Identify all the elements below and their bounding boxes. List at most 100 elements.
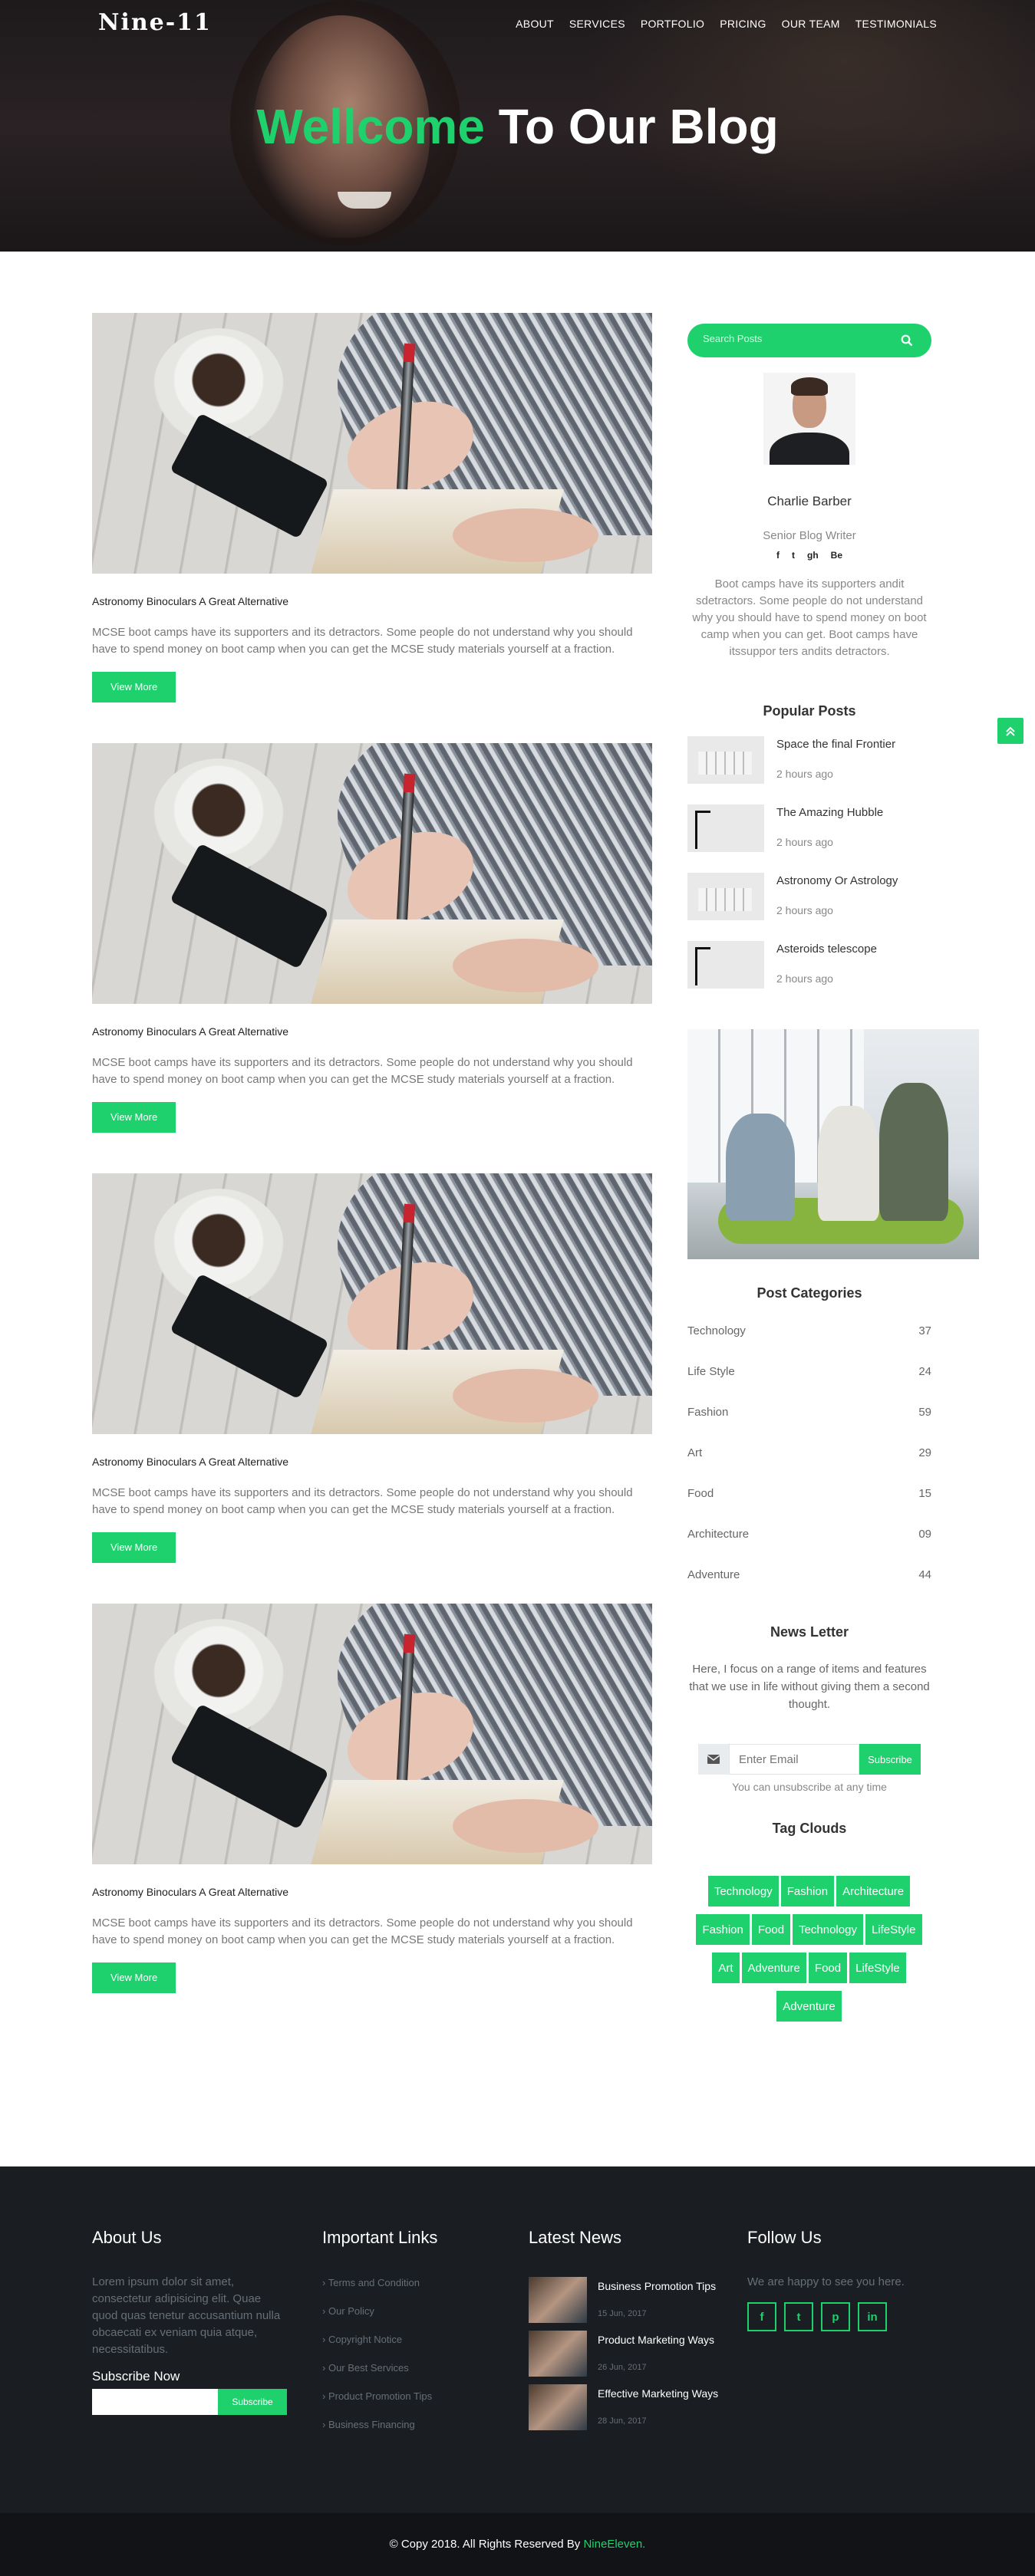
post-category[interactable]: Astronomy Binoculars A Great Alternative bbox=[92, 1456, 652, 1468]
tag[interactable]: Fashion bbox=[695, 1913, 750, 1946]
news-item[interactable]: Product Marketing Ways 26 Jun, 2017 bbox=[529, 2331, 718, 2384]
category-name[interactable]: Technology bbox=[687, 1324, 746, 1365]
footer-link[interactable]: › Our Best Services bbox=[322, 2362, 437, 2390]
author-bio: Boot camps have its supporters andit sde… bbox=[692, 577, 927, 658]
category-item[interactable]: Adventure 44 bbox=[687, 1568, 931, 1609]
tag[interactable]: LifeStyle bbox=[849, 1952, 907, 1984]
sidebar-banner-image[interactable] bbox=[687, 1029, 979, 1259]
avatar bbox=[763, 373, 855, 465]
copyright-brand-link[interactable]: NineEleven. bbox=[583, 2538, 645, 2551]
nav-services[interactable]: SERVICES bbox=[569, 18, 625, 30]
footer-links: Important Links › Terms and Condition › … bbox=[322, 2228, 437, 2447]
post-image[interactable] bbox=[92, 1604, 652, 1864]
nav-our-team[interactable]: OUR TEAM bbox=[782, 18, 840, 30]
tag-clouds-title: Tag Clouds bbox=[772, 1821, 847, 1836]
category-name[interactable]: Adventure bbox=[687, 1568, 740, 1609]
site-logo[interactable]: Nine-11 bbox=[98, 9, 212, 36]
view-more-button[interactable]: View More bbox=[92, 1532, 176, 1563]
behance-icon[interactable]: Be bbox=[831, 550, 842, 561]
post-list: Astronomy Binoculars A Great Alternative… bbox=[92, 313, 652, 2034]
category-item[interactable]: Art 29 bbox=[687, 1446, 931, 1487]
site-footer: About Us Lorem ipsum dolor sit amet, con… bbox=[0, 2166, 1035, 2513]
tag[interactable]: Food bbox=[750, 1913, 792, 1946]
news-item[interactable]: Business Promotion Tips 15 Jun, 2017 bbox=[529, 2277, 718, 2331]
post-excerpt: MCSE boot camps have its supporters and … bbox=[92, 1486, 633, 1516]
twitter-icon[interactable]: t bbox=[784, 2302, 813, 2331]
footer-email-input[interactable] bbox=[92, 2389, 218, 2415]
post-category[interactable]: Astronomy Binoculars A Great Alternative bbox=[92, 1025, 652, 1038]
newsletter-email-input[interactable] bbox=[729, 1744, 859, 1775]
footer-link[interactable]: › Copyright Notice bbox=[322, 2334, 437, 2362]
nav-pricing[interactable]: PRICING bbox=[720, 18, 766, 30]
tag[interactable]: Adventure bbox=[776, 1990, 842, 2022]
double-chevron-up-icon bbox=[1006, 726, 1015, 736]
linkedin-icon[interactable]: in bbox=[858, 2302, 887, 2331]
pinterest-icon[interactable]: p bbox=[821, 2302, 850, 2331]
category-name[interactable]: Architecture bbox=[687, 1528, 749, 1568]
footer-link[interactable]: › Product Promotion Tips bbox=[322, 2390, 437, 2419]
tag[interactable]: Technology bbox=[792, 1913, 864, 1946]
category-name[interactable]: Food bbox=[687, 1487, 714, 1528]
popular-post[interactable]: The Amazing Hubble 2 hours ago bbox=[687, 804, 931, 873]
nav-about[interactable]: ABOUT bbox=[516, 18, 554, 30]
popular-post[interactable]: Asteroids telescope 2 hours ago bbox=[687, 941, 931, 1009]
facebook-icon[interactable]: f bbox=[747, 2302, 776, 2331]
facebook-icon[interactable]: f bbox=[776, 550, 780, 561]
twitter-icon[interactable]: t bbox=[792, 550, 795, 561]
tag[interactable]: Fashion bbox=[780, 1875, 836, 1907]
nav-testimonials[interactable]: TESTIMONIALS bbox=[855, 18, 937, 30]
news-title[interactable]: Effective Marketing Ways bbox=[598, 2387, 718, 2400]
footer-link[interactable]: › Our Policy bbox=[322, 2305, 437, 2334]
post-image[interactable] bbox=[92, 313, 652, 574]
category-item[interactable]: Food 15 bbox=[687, 1487, 931, 1528]
news-thumb bbox=[529, 2384, 587, 2430]
view-more-button[interactable]: View More bbox=[92, 672, 176, 702]
search-input[interactable] bbox=[703, 333, 895, 344]
footer-follow-title: Follow Us bbox=[747, 2228, 822, 2247]
popular-post-title[interactable]: The Amazing Hubble bbox=[776, 806, 883, 819]
tag[interactable]: Adventure bbox=[740, 1952, 807, 1984]
news-item[interactable]: Effective Marketing Ways 28 Jun, 2017 bbox=[529, 2384, 718, 2438]
news-thumb bbox=[529, 2277, 587, 2323]
popular-post-title[interactable]: Space the final Frontier bbox=[776, 738, 895, 751]
category-count: 44 bbox=[918, 1568, 931, 1581]
tag[interactable]: Architecture bbox=[836, 1875, 911, 1907]
footer-links-title: Important Links bbox=[322, 2228, 438, 2247]
tag[interactable]: Technology bbox=[707, 1875, 780, 1907]
post-category[interactable]: Astronomy Binoculars A Great Alternative bbox=[92, 595, 652, 607]
footer-link[interactable]: › Business Financing bbox=[322, 2419, 437, 2447]
tag[interactable]: Food bbox=[807, 1952, 849, 1984]
post-image[interactable] bbox=[92, 743, 652, 1004]
category-count: 29 bbox=[918, 1446, 931, 1459]
category-count: 24 bbox=[918, 1365, 931, 1378]
popular-post[interactable]: Astronomy Or Astrology 2 hours ago bbox=[687, 873, 931, 941]
category-name[interactable]: Life Style bbox=[687, 1365, 735, 1406]
newsletter-subscribe-button[interactable]: Subscribe bbox=[859, 1744, 921, 1775]
category-item[interactable]: Fashion 59 bbox=[687, 1406, 931, 1446]
news-title[interactable]: Product Marketing Ways bbox=[598, 2334, 714, 2346]
popular-post-title[interactable]: Asteroids telescope bbox=[776, 943, 877, 956]
popular-post[interactable]: Space the final Frontier 2 hours ago bbox=[687, 736, 931, 804]
footer-link[interactable]: › Terms and Condition bbox=[322, 2277, 437, 2305]
footer-subscribe-button[interactable]: Subscribe bbox=[218, 2389, 287, 2415]
tag[interactable]: LifeStyle bbox=[864, 1913, 923, 1946]
search-icon[interactable] bbox=[901, 334, 913, 347]
post-category[interactable]: Astronomy Binoculars A Great Alternative bbox=[92, 1886, 652, 1898]
popular-post-thumb bbox=[687, 873, 764, 920]
category-item[interactable]: Architecture 09 bbox=[687, 1528, 931, 1568]
category-item[interactable]: Life Style 24 bbox=[687, 1365, 931, 1406]
category-name[interactable]: Art bbox=[687, 1446, 702, 1487]
nav-portfolio[interactable]: PORTFOLIO bbox=[641, 18, 704, 30]
post-image[interactable] bbox=[92, 1173, 652, 1434]
category-name[interactable]: Fashion bbox=[687, 1406, 728, 1446]
view-more-button[interactable]: View More bbox=[92, 1102, 176, 1133]
copyright-bar: © Copy 2018. All Rights Reserved By Nine… bbox=[0, 2513, 1035, 2576]
news-title[interactable]: Business Promotion Tips bbox=[598, 2280, 716, 2292]
back-to-top-button[interactable] bbox=[997, 718, 1023, 744]
popular-post-title[interactable]: Astronomy Or Astrology bbox=[776, 874, 898, 887]
category-count: 59 bbox=[918, 1406, 931, 1419]
tag[interactable]: Art bbox=[711, 1952, 740, 1984]
github-icon[interactable]: gh bbox=[807, 550, 819, 561]
view-more-button[interactable]: View More bbox=[92, 1962, 176, 1993]
category-item[interactable]: Technology 37 bbox=[687, 1324, 931, 1365]
